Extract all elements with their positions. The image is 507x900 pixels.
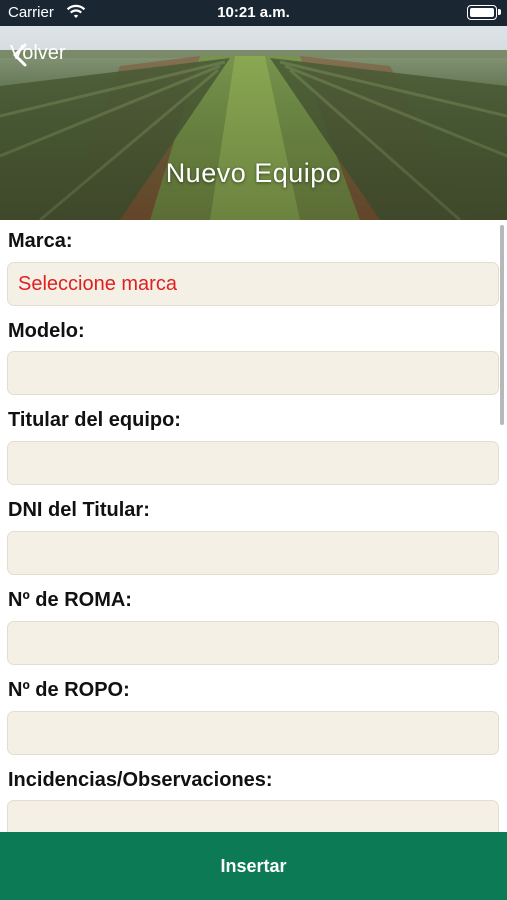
footer-bar: Insertar	[0, 832, 507, 900]
observations-field[interactable]	[7, 800, 499, 832]
olive-grove-image	[0, 26, 507, 220]
model-label: Modelo:	[8, 320, 85, 342]
insert-button[interactable]: Insertar	[0, 832, 507, 900]
ropo-field[interactable]	[7, 711, 499, 755]
owner-dni-label: DNI del Titular:	[8, 499, 150, 521]
page-title: Nuevo Equipo	[165, 158, 342, 188]
equipment-form: Marca: Seleccione marca Modelo: Titular …	[0, 220, 507, 832]
roma-field[interactable]	[7, 621, 499, 665]
header-banner: Volver Nuevo Equipo	[0, 26, 507, 220]
owner-label: Titular del equipo:	[8, 409, 181, 431]
chevron-left-icon	[13, 43, 27, 67]
owner-field[interactable]	[7, 441, 499, 485]
form-scrollbar[interactable]	[500, 225, 504, 425]
back-button[interactable]: Volver	[10, 42, 66, 67]
status-bar: Carrier 10:21 a.m.	[0, 0, 507, 26]
brand-label: Marca:	[8, 230, 73, 252]
model-field[interactable]	[7, 351, 499, 395]
ropo-label: Nº de ROPO:	[8, 679, 130, 701]
clock: 10:21 a.m.	[217, 4, 290, 21]
battery-icon	[467, 5, 501, 20]
observations-label: Incidencias/Observaciones:	[8, 769, 273, 791]
roma-label: Nº de ROMA:	[8, 589, 132, 611]
brand-select[interactable]: Seleccione marca	[7, 262, 499, 306]
owner-dni-field[interactable]	[7, 531, 499, 575]
